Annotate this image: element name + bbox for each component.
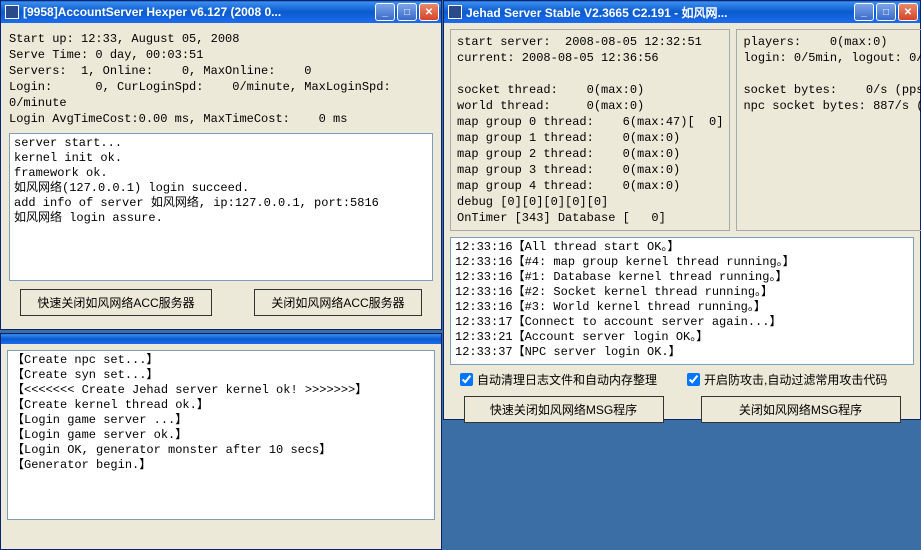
bottom-log-window: 【Create npc set...】 【Create syn set...】 …: [0, 333, 442, 550]
stats-left: start server: 2008-08-05 12:32:51 curren…: [450, 29, 730, 231]
minimize-button[interactable]: _: [854, 3, 874, 21]
defense-input[interactable]: [687, 373, 700, 386]
fast-close-msg-button[interactable]: 快速关闭如风网络MSG程序: [464, 396, 664, 423]
titlebar[interactable]: Jehad Server Stable V2.3665 C2.191 - 如风网…: [444, 1, 920, 23]
log-box[interactable]: server start... kernel init ok. framewor…: [9, 133, 433, 281]
window-title: [9958]AccountServer Hexper v6.127 (2008 …: [23, 5, 375, 19]
close-button[interactable]: ✕: [898, 3, 918, 21]
titlebar[interactable]: [9958]AccountServer Hexper v6.127 (2008 …: [1, 1, 441, 23]
log-box[interactable]: 12:33:16【All thread start OK。】 12:33:16【…: [450, 237, 914, 365]
jehad-server-window: Jehad Server Stable V2.3665 C2.191 - 如风网…: [443, 0, 921, 420]
account-server-window: [9958]AccountServer Hexper v6.127 (2008 …: [0, 0, 442, 330]
maximize-button[interactable]: □: [876, 3, 896, 21]
maximize-button[interactable]: □: [397, 3, 417, 21]
log-box[interactable]: 【Create npc set...】 【Create syn set...】 …: [7, 350, 435, 520]
app-icon: [5, 5, 19, 19]
close-msg-button[interactable]: 关闭如风网络MSG程序: [701, 396, 901, 423]
defense-checkbox[interactable]: 开启防攻击,自动过滤常用攻击代码: [687, 371, 887, 388]
titlebar[interactable]: [1, 334, 441, 344]
auto-clean-checkbox[interactable]: 自动清理日志文件和自动内存整理: [460, 371, 657, 388]
stats-right: players: 0(max:0) login: 0/5min, logout:…: [736, 29, 921, 231]
fast-close-acc-button[interactable]: 快速关闭如风网络ACC服务器: [20, 289, 211, 316]
minimize-button[interactable]: _: [375, 3, 395, 21]
app-icon: [448, 5, 462, 19]
status-text: Start up: 12:33, August 05, 2008 Serve T…: [9, 31, 433, 127]
close-acc-button[interactable]: 关闭如风网络ACC服务器: [254, 289, 421, 316]
auto-clean-input[interactable]: [460, 373, 473, 386]
window-title: Jehad Server Stable V2.3665 C2.191 - 如风网…: [466, 4, 854, 21]
close-button[interactable]: ✕: [419, 3, 439, 21]
